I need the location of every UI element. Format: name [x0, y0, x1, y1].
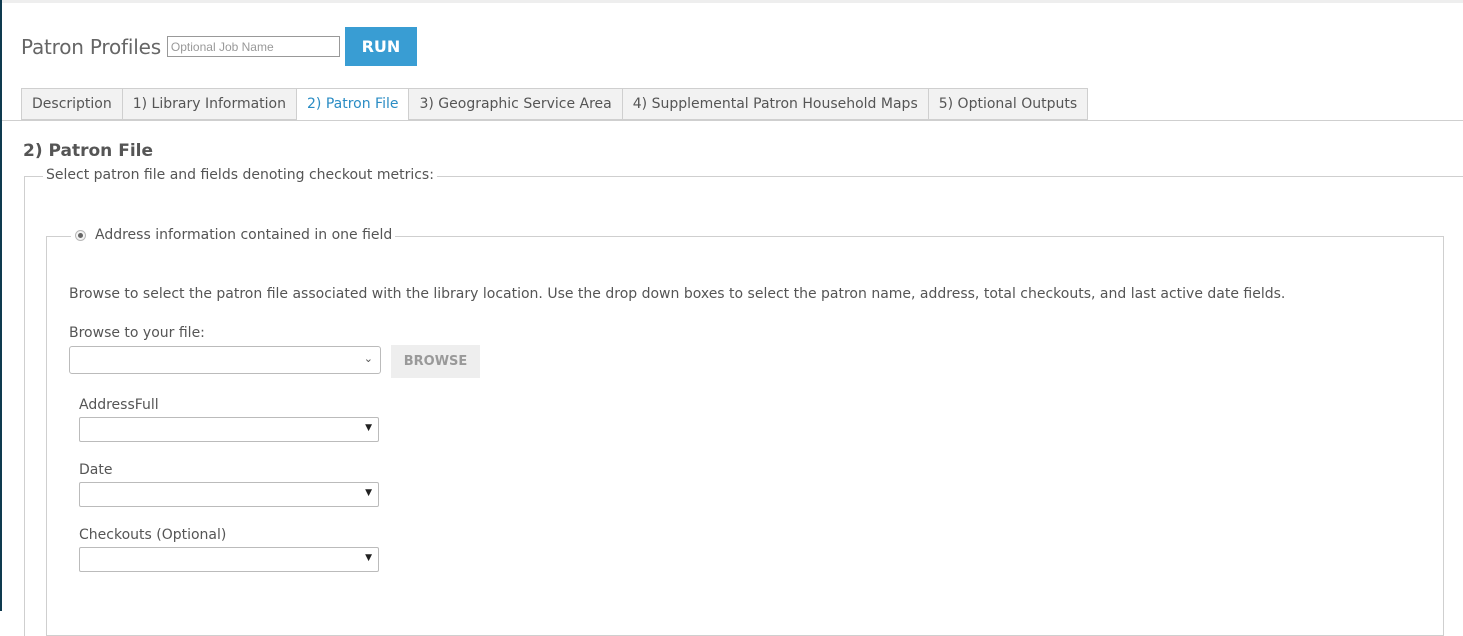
tab-library-information[interactable]: 1) Library Information — [122, 88, 297, 120]
date-select[interactable]: ▼ — [79, 482, 379, 507]
job-name-input[interactable] — [166, 36, 340, 57]
section-title: 2) Patron File — [23, 141, 153, 161]
fieldset-legend: Select patron file and fields denoting c… — [43, 167, 437, 183]
header: Patron Profiles RUN — [21, 27, 417, 66]
tab-description[interactable]: Description — [21, 88, 123, 120]
tab-supplemental-patron-household-maps[interactable]: 4) Supplemental Patron Household Maps — [622, 88, 929, 120]
radio-selected-icon[interactable] — [75, 229, 86, 241]
top-border — [0, 0, 1463, 3]
file-select-dropdown[interactable]: ⌄ — [69, 346, 381, 374]
address-one-field-radio-option[interactable]: Address information contained in one fie… — [71, 227, 396, 243]
app-title: Patron Profiles — [21, 34, 161, 59]
tab-geographic-service-area[interactable]: 3) Geographic Service Area — [409, 88, 623, 120]
address-full-select[interactable]: ▼ — [79, 417, 379, 442]
tab-patron-file[interactable]: 2) Patron File — [297, 88, 410, 121]
checkouts-label: Checkouts (Optional) — [79, 527, 227, 543]
dropdown-arrow-icon: ▼ — [365, 423, 372, 433]
chevron-down-icon: ⌄ — [363, 352, 373, 365]
instructions-text: Browse to select the patron file associa… — [69, 286, 1286, 302]
run-button[interactable]: RUN — [344, 27, 417, 66]
radio-label: Address information contained in one fie… — [95, 227, 393, 243]
browse-button[interactable]: BROWSE — [391, 345, 480, 378]
address-full-label: AddressFull — [79, 397, 159, 413]
left-border — [0, 0, 2, 611]
tabs-divider — [2, 120, 1463, 121]
tab-bar: Description 1) Library Information 2) Pa… — [21, 88, 1089, 121]
date-label: Date — [79, 462, 113, 478]
dropdown-arrow-icon: ▼ — [365, 553, 372, 563]
browse-file-label: Browse to your file: — [69, 325, 205, 341]
tab-optional-outputs[interactable]: 5) Optional Outputs — [928, 88, 1089, 120]
checkouts-select[interactable]: ▼ — [79, 547, 379, 572]
dropdown-arrow-icon: ▼ — [365, 488, 372, 498]
